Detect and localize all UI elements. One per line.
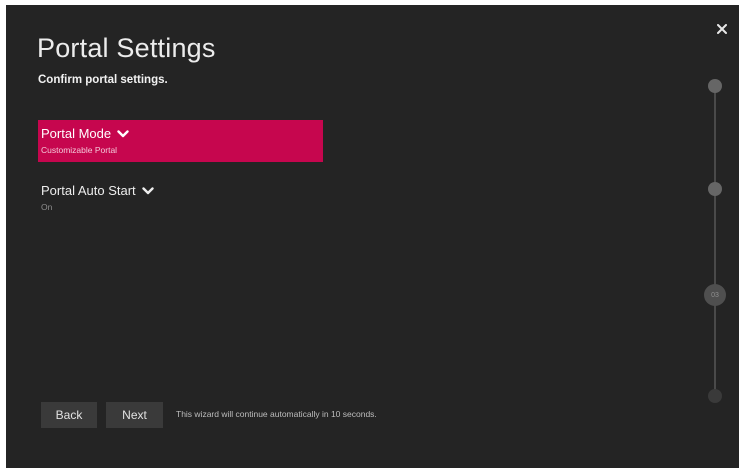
portal-auto-start-value: On [41, 202, 53, 212]
page-title: Portal Settings [37, 33, 216, 63]
step-progress-line [714, 85, 716, 398]
auto-continue-text: This wizard will continue automatically … [176, 409, 377, 419]
close-icon [717, 24, 727, 34]
close-button[interactable] [713, 20, 731, 38]
step-dot-4 [708, 389, 722, 403]
portal-auto-start-setting[interactable]: Portal Auto Start On [38, 177, 323, 219]
back-button[interactable]: Back [41, 402, 97, 428]
portal-mode-setting[interactable]: Portal Mode Customizable Portal [38, 120, 323, 162]
chevron-down-icon [141, 183, 154, 199]
portal-auto-start-label: Portal Auto Start [41, 183, 136, 198]
portal-mode-label: Portal Mode [41, 126, 112, 141]
current-step-number: 03 [711, 291, 719, 299]
chevron-down-icon [117, 126, 129, 142]
next-button[interactable]: Next [106, 402, 163, 428]
portal-mode-value: Customizable Portal [41, 145, 118, 155]
page-subtitle: Confirm portal settings. [38, 74, 168, 86]
step-dot-1 [708, 79, 722, 93]
step-dot-2 [708, 182, 722, 196]
portal-settings-screen: Portal Settings Confirm portal settings.… [6, 5, 739, 468]
step-dot-current: 03 [704, 284, 726, 306]
